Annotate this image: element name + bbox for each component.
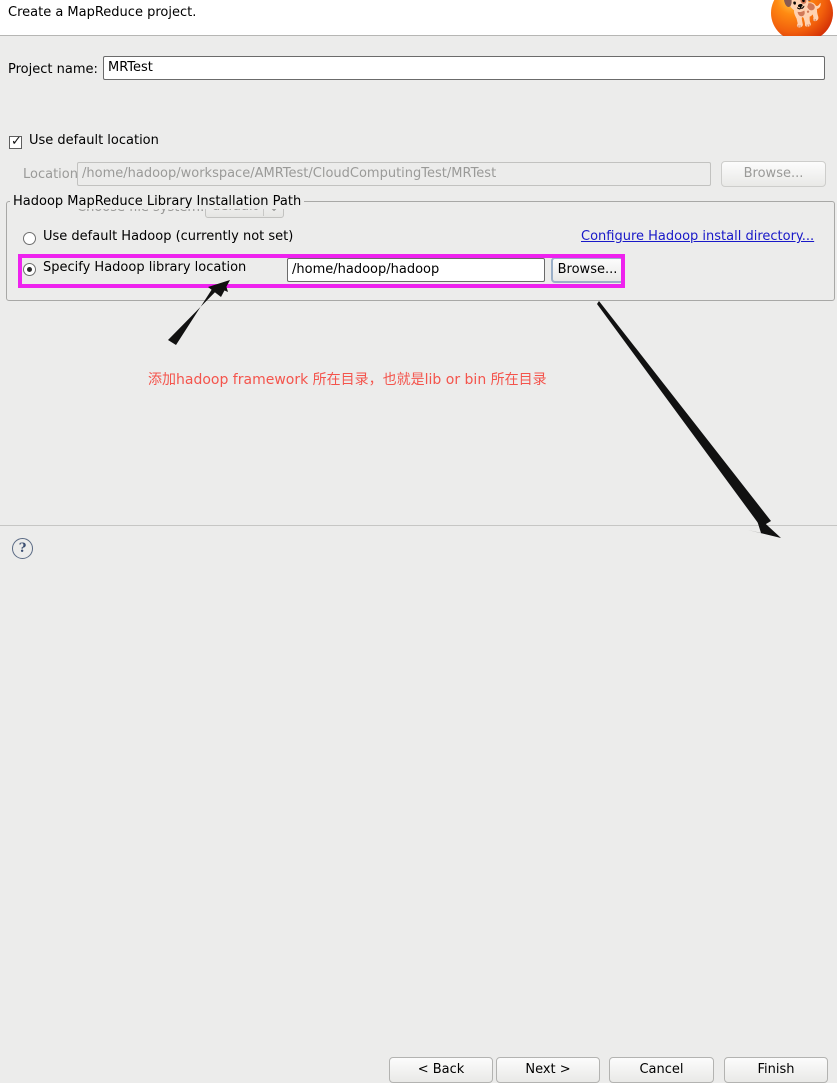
configure-hadoop-install-directory-link[interactable]: Configure Hadoop install directory... [581, 229, 814, 244]
use-default-location-label: Use default location [29, 133, 159, 148]
help-icon[interactable]: ? [12, 538, 33, 559]
finish-button[interactable]: Finish [724, 1057, 828, 1083]
project-name-input[interactable]: MRTest [103, 56, 825, 80]
wizard-body: Project name: MRTest ✓ Use default locat… [0, 36, 837, 525]
wizard-header: Create a MapReduce project. 🐕 [0, 0, 837, 42]
logo-glyph: 🐕 [780, 0, 830, 34]
back-button[interactable]: < Back [389, 1057, 493, 1083]
checkbox-box[interactable]: ✓ [9, 134, 22, 149]
radio-use-default-hadoop[interactable] [23, 232, 36, 245]
check-icon: ✓ [11, 134, 22, 149]
cancel-button[interactable]: Cancel [609, 1057, 714, 1083]
highlight-rectangle [18, 254, 625, 288]
next-button[interactable]: Next > [496, 1057, 600, 1083]
radio-use-default-hadoop-label: Use default Hadoop (currently not set) [43, 229, 294, 244]
location-label: Location: [23, 167, 83, 182]
location-browse-button: Browse... [721, 161, 826, 187]
page-title: Create a MapReduce project. [8, 5, 197, 20]
annotation-text: 添加hadoop framework 所在目录，也就是lib or bin 所在… [148, 372, 547, 388]
hadoop-library-groupbox-title: Hadoop MapReduce Library Installation Pa… [10, 194, 305, 209]
location-input: /home/hadoop/workspace/AMRTest/CloudComp… [77, 162, 711, 186]
project-name-label: Project name: [8, 62, 98, 77]
wizard-footer: ? < Back Next > Cancel Finish [0, 525, 837, 1083]
